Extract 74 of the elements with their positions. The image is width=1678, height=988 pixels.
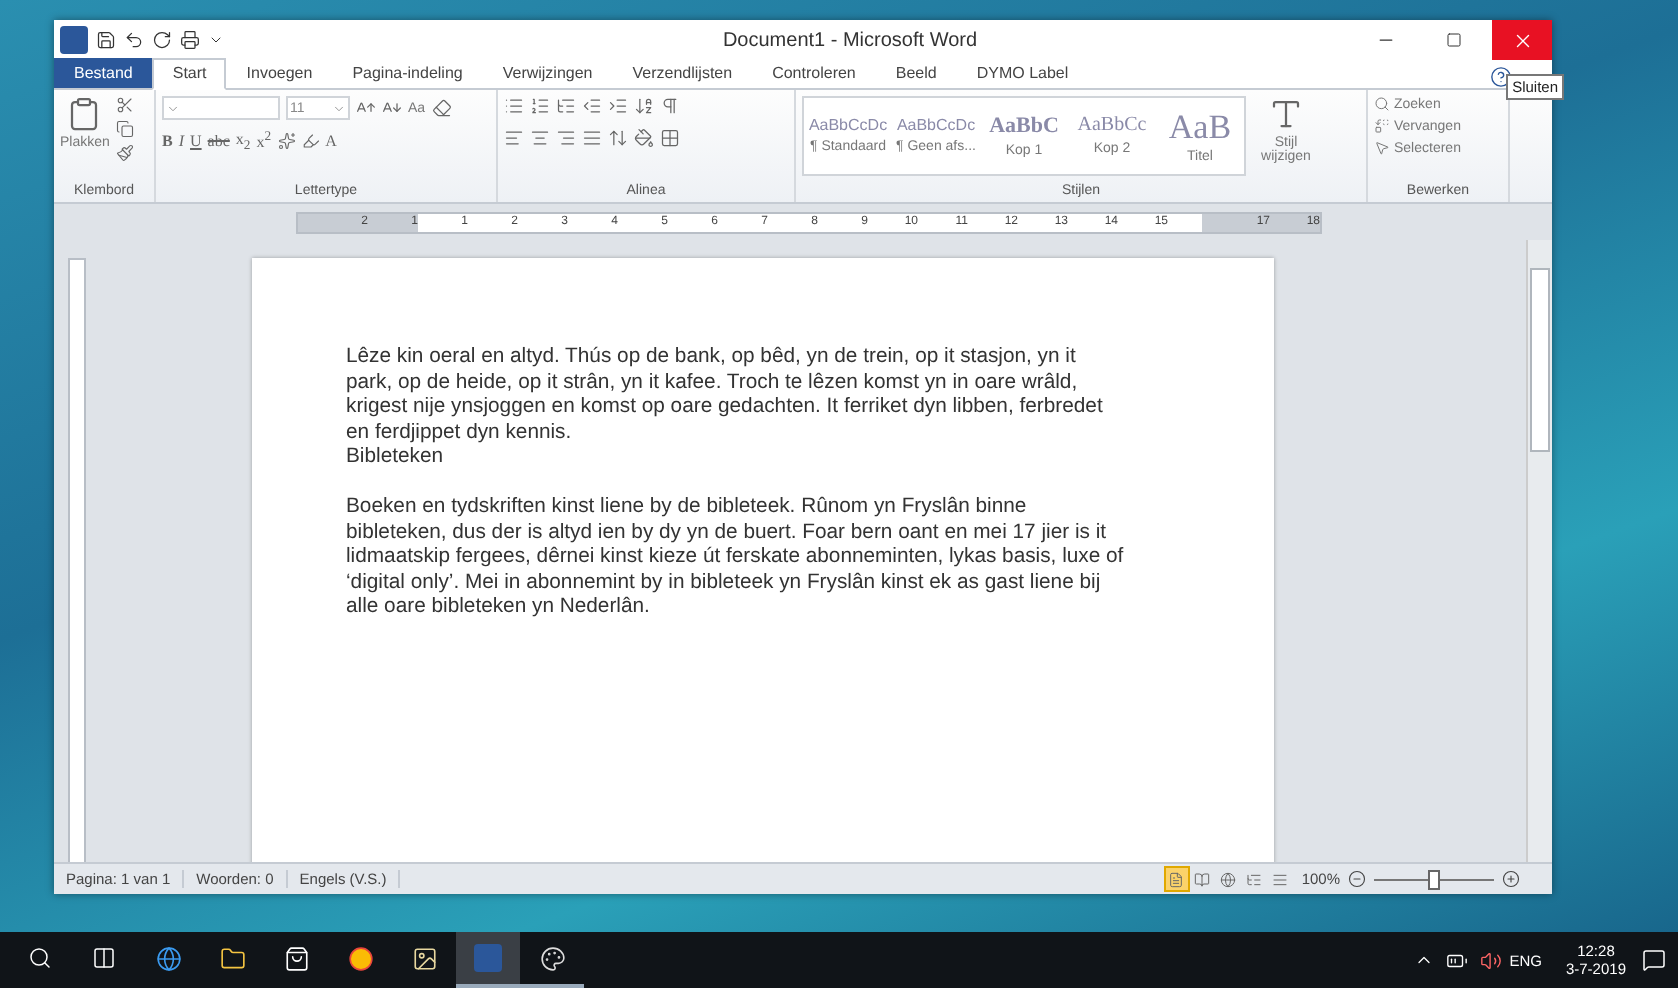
- format-button[interactable]: abc: [207, 132, 230, 151]
- numbered-list-icon[interactable]: [530, 96, 550, 116]
- print-preview-icon[interactable]: [180, 30, 200, 50]
- paragraph: Boeken en tydskriften kinst liene by de bibleteek. Rûnom yn Fryslân binne bibleteken, dus der is altyd ien by dy yn de buert. Foar bern oant en mei 17 jier is it lidmaatskip fergees, dêrnei kinst kieze út ferskate abonneminten, lykas basis, luxe of ‘digital only’. Mei in abonnemint by in bibleteek yn Fryslân kinst ek as gast liene bij alle oare bibleteken yn Nederlân.: [346, 494, 1126, 621]
- scissors-icon[interactable]: [115, 96, 134, 114]
- zoom-slider-thumb[interactable]: [1428, 869, 1440, 889]
- scrollbar-thumb[interactable]: [1530, 268, 1550, 452]
- borders-icon[interactable]: [660, 128, 680, 148]
- picture-icon[interactable]: [411, 945, 437, 971]
- view-icon[interactable]: [1194, 871, 1211, 887]
- help-icon[interactable]: [1490, 66, 1512, 88]
- paintbrush-icon[interactable]: [115, 144, 134, 162]
- window-title: Document1 - Microsoft Word: [720, 29, 980, 51]
- ribbon-tab[interactable]: Invoegen: [226, 58, 333, 88]
- text-effects-icon[interactable]: [277, 132, 296, 151]
- clipboard-icon[interactable]: [66, 96, 103, 132]
- view-icon[interactable]: [1272, 871, 1289, 887]
- customize-toolbar-icon[interactable]: [208, 32, 224, 48]
- bullet-list-icon[interactable]: [504, 96, 524, 116]
- eraser-icon[interactable]: [431, 98, 452, 118]
- shrink-font-icon[interactable]: [382, 98, 402, 118]
- justify-icon[interactable]: [582, 128, 602, 148]
- paint-bucket-icon[interactable]: [634, 128, 654, 148]
- browser-icon[interactable]: [155, 945, 181, 971]
- save-icon[interactable]: [96, 30, 116, 50]
- decrease-indent-icon[interactable]: [582, 96, 602, 116]
- format-button[interactable]: U: [190, 132, 202, 151]
- align-right-icon[interactable]: [556, 128, 576, 148]
- format-button[interactable]: x$_{2}$: [235, 130, 251, 154]
- view-icon[interactable]: [1220, 871, 1237, 887]
- ribbon-tab[interactable]: Pagina-indeling: [332, 58, 483, 88]
- maximize-icon[interactable]: [1446, 32, 1462, 48]
- view-button[interactable]: [1163, 866, 1190, 892]
- close-icon[interactable]: [1511, 29, 1533, 51]
- font-color-button[interactable]: A: [325, 132, 337, 151]
- copy-icon[interactable]: [115, 120, 134, 138]
- highlighter-icon[interactable]: [301, 132, 320, 151]
- pilcrow-icon[interactable]: [660, 96, 680, 116]
- view-icon[interactable]: [1246, 871, 1263, 887]
- align-left-icon[interactable]: [504, 128, 524, 148]
- format-button[interactable]: x$^{2}$: [256, 130, 272, 153]
- grow-font-icon[interactable]: [356, 98, 376, 118]
- increase-indent-icon[interactable]: [608, 96, 628, 116]
- ribbon-tab[interactable]: Start: [152, 58, 227, 90]
- palette-icon[interactable]: [539, 945, 565, 971]
- shopping-bag-icon[interactable]: [283, 945, 309, 971]
- ribbon-tab[interactable]: Verzendlijsten: [612, 58, 753, 88]
- text-style-icon[interactable]: [1268, 96, 1304, 132]
- undo-icon[interactable]: [124, 30, 144, 50]
- view-icon[interactable]: [1168, 871, 1185, 887]
- multilevel-list-icon[interactable]: [556, 96, 576, 116]
- notifications-icon[interactable]: [1642, 948, 1666, 972]
- ribbon-tab[interactable]: Verwijzingen: [482, 58, 613, 88]
- speaker-icon[interactable]: [1479, 949, 1502, 971]
- battery-icon[interactable]: [1445, 949, 1468, 971]
- task-view-icon[interactable]: [92, 946, 116, 970]
- search-icon[interactable]: [28, 946, 52, 970]
- line-spacing-icon[interactable]: [608, 128, 628, 148]
- circle-icon[interactable]: [347, 945, 373, 971]
- zoom-out-icon[interactable]: [1348, 870, 1366, 888]
- sort-icon[interactable]: [634, 96, 654, 116]
- format-button[interactable]: B: [162, 132, 173, 151]
- paragraph: Lêze kin oeral en altyd. Thús op de bank, op bêd, yn de trein, op it stasjon, yn it park, op de heide, op it strân, yn it kafee. Troch te lêzen komst yn in oare wrâld, krigest nije ynsjoggen en komst op oare gedachten. It ferriket dyn libben, ferbredet en ferdjippet dyn kennis.: [346, 346, 1105, 446]
- folder-icon[interactable]: [219, 945, 245, 971]
- format-button[interactable]: I: [178, 132, 185, 151]
- zoom-in-icon[interactable]: [1502, 870, 1520, 888]
- redo-icon[interactable]: [152, 30, 172, 50]
- ribbon-tab[interactable]: DYMO Label: [956, 58, 1089, 88]
- ribbon-tab[interactable]: Bestand: [54, 58, 153, 88]
- ribbon-tab[interactable]: Controleren: [752, 58, 876, 88]
- align-center-icon[interactable]: [530, 128, 550, 148]
- font-name-field[interactable]: [162, 96, 280, 120]
- paragraph: Bibleteken: [346, 446, 446, 471]
- ribbon-tab[interactable]: Beeld: [875, 58, 957, 88]
